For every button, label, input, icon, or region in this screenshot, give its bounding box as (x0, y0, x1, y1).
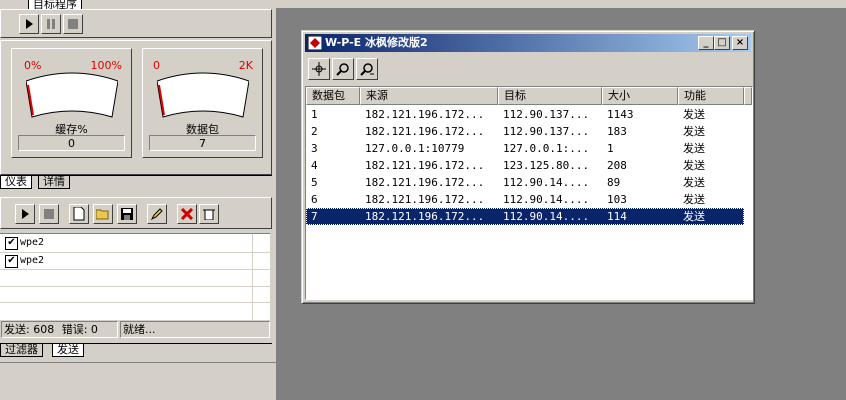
cache-gauge: 0% 100% 缓存% 0 (11, 48, 132, 158)
table-row[interactable]: 4 182.121.196.172... 123.125.80... 208 发送 (306, 157, 744, 174)
play-button[interactable] (19, 14, 39, 34)
tab-send[interactable]: 发送 (52, 344, 84, 357)
list-item[interactable]: ✔ wpe2 (0, 234, 270, 253)
search-next-button[interactable] (356, 58, 378, 80)
packet-list[interactable]: 数据包 来源 目标 大小 功能 1 182.121.196.172... 112.9… (305, 86, 753, 300)
crosshair-icon (312, 62, 326, 76)
column-header-packet[interactable]: 数据包 (306, 87, 360, 105)
error-count: 错误: 0 (61, 323, 98, 336)
app-icon (308, 36, 322, 50)
table-row[interactable]: 6 182.121.196.172... 112.90.14.... 103 发送 (306, 191, 744, 208)
play-icon (26, 19, 33, 29)
pencil-icon (151, 208, 163, 220)
search-button[interactable] (332, 58, 354, 80)
close-button[interactable]: × (732, 36, 748, 50)
magnifier-next-icon (360, 63, 374, 76)
table-row[interactable]: 2 182.121.196.172... 112.90.137... 183 发送 (306, 123, 744, 140)
filter-toolbar (0, 197, 272, 229)
top-tabs: 仪表 详情 (0, 175, 272, 189)
left-panel: 目标程序 0% 100% 缓存% 0 0 2K 数据包 7 仪表 详情 ✔ wp… (0, 0, 276, 400)
stop-button[interactable] (63, 14, 83, 34)
stop-button[interactable] (39, 204, 59, 224)
status-state: 就绪... (120, 321, 270, 338)
trash-icon (203, 209, 215, 220)
window-titlebar[interactable]: W-P-E 冰枫修改版2 _ □ × (305, 34, 751, 52)
play-button[interactable] (15, 204, 35, 224)
column-header-function[interactable]: 功能 (678, 87, 744, 105)
play-icon (22, 209, 29, 219)
column-header-source[interactable]: 来源 (360, 87, 498, 105)
minimize-button[interactable]: _ (698, 36, 714, 50)
column-header-target[interactable]: 目标 (498, 87, 602, 105)
stop-icon (44, 209, 54, 219)
open-button[interactable] (93, 204, 113, 224)
delete-button[interactable] (177, 204, 197, 224)
filter-list: ✔ wpe2 ✔ wpe2 (0, 233, 270, 320)
checkbox[interactable]: ✔ (5, 255, 18, 268)
cache-dial-icon (26, 72, 118, 118)
gauge-value: 0 (18, 135, 125, 151)
column-header-filler (744, 87, 752, 105)
packet-gauge: 0 2K 数据包 7 (142, 48, 263, 158)
pause-icon (47, 19, 55, 29)
tab-filters[interactable]: 过滤器 (0, 344, 43, 357)
save-disk-icon (121, 208, 133, 220)
wpe-window: W-P-E 冰枫修改版2 _ □ × 数据包 来源 目标 大小 功能 1 182.… (301, 30, 755, 304)
packet-dial-icon (157, 72, 249, 118)
trash-button[interactable] (199, 204, 219, 224)
new-button[interactable] (69, 204, 89, 224)
bottom-tabs: 过滤器 发送 (0, 343, 272, 357)
filter-name: wpe2 (20, 237, 45, 248)
status-bar: 发送: 608 错误: 0 就绪... (0, 321, 270, 338)
gauge-panel: 0% 100% 缓存% 0 0 2K 数据包 7 (0, 40, 272, 175)
table-row[interactable]: 5 182.121.196.172... 112.90.14.... 89 发送 (306, 174, 744, 191)
tab-details[interactable]: 详情 (38, 176, 70, 189)
edit-button[interactable] (147, 204, 167, 224)
filter-name: wpe2 (20, 255, 45, 266)
gauge-value: 7 (149, 135, 256, 151)
maximize-button[interactable]: □ (714, 36, 730, 50)
open-folder-icon (96, 209, 109, 220)
red-x-icon (181, 208, 193, 220)
save-button[interactable] (117, 204, 137, 224)
window-title: W-P-E 冰枫修改版2 (325, 36, 428, 49)
capture-toolbar (0, 9, 272, 38)
magnifier-icon (336, 63, 349, 76)
checkbox[interactable]: ✔ (5, 237, 18, 250)
new-file-icon (73, 207, 85, 221)
top-bar (276, 0, 846, 9)
column-header-size[interactable]: 大小 (602, 87, 678, 105)
table-row-selected[interactable]: 7 182.121.196.172... 112.90.14.... 114 发送 (306, 208, 744, 225)
target-button[interactable] (308, 58, 330, 80)
pause-button[interactable] (41, 14, 61, 34)
sent-count: 发送: 608 (4, 323, 55, 336)
table-row[interactable]: 3 127.0.0.1:10779 127.0.0.1:... 1 发送 (306, 140, 744, 157)
stop-icon (68, 19, 78, 29)
status-counts: 发送: 608 错误: 0 (1, 321, 118, 338)
table-row[interactable]: 1 182.121.196.172... 112.90.137... 1143 发送 (306, 106, 744, 123)
tab-meters[interactable]: 仪表 (0, 176, 32, 189)
list-item[interactable]: ✔ wpe2 (0, 252, 270, 270)
